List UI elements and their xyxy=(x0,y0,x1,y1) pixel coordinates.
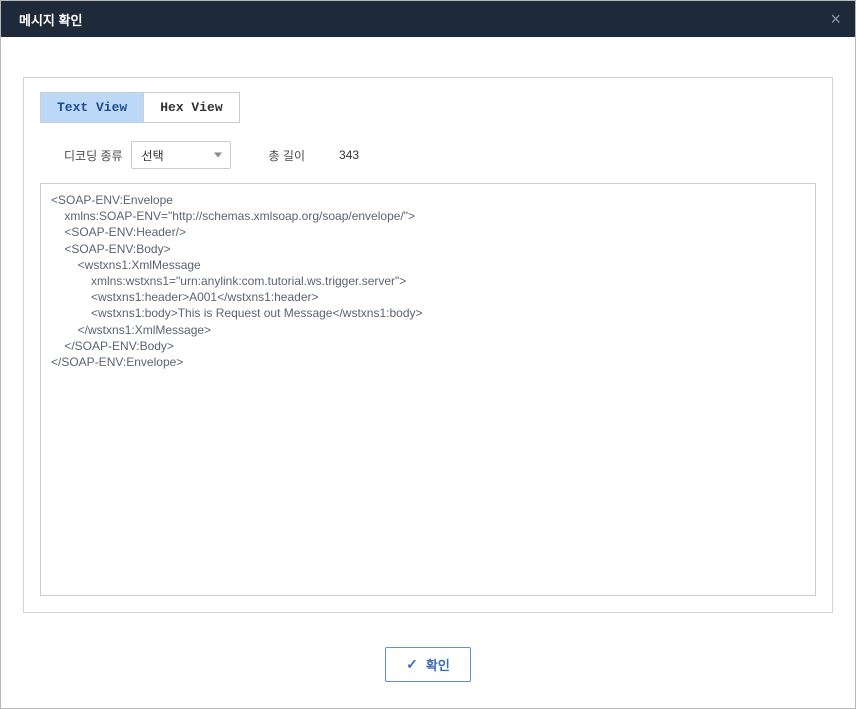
total-length-value: 343 xyxy=(339,148,359,162)
tab-hex-view[interactable]: Hex View xyxy=(144,92,239,123)
chevron-down-icon xyxy=(214,153,222,158)
message-content[interactable]: <SOAP-ENV:Envelope xmlns:SOAP-ENV="http:… xyxy=(40,183,816,596)
tab-hex-view-label: Hex View xyxy=(160,100,222,115)
decoding-type-value: 선택 xyxy=(142,147,164,164)
dialog-body: Text View Hex View 디코딩 종류 선택 총 길이 343 <S… xyxy=(1,37,855,633)
controls-row: 디코딩 종류 선택 총 길이 343 xyxy=(40,141,816,169)
check-icon: ✓ xyxy=(406,656,418,673)
message-dialog: 메시지 확인 × Text View Hex View 디코딩 종류 선택 총 … xyxy=(0,0,856,709)
dialog-title: 메시지 확인 xyxy=(19,10,82,29)
total-length-label: 총 길이 xyxy=(269,147,305,164)
close-icon[interactable]: × xyxy=(830,10,841,28)
confirm-button[interactable]: ✓ 확인 xyxy=(385,647,471,682)
tab-text-view-label: Text View xyxy=(57,100,127,115)
decoding-type-label: 디코딩 종류 xyxy=(64,147,123,164)
dialog-footer: ✓ 확인 xyxy=(1,633,855,708)
decoding-type-select[interactable]: 선택 xyxy=(131,141,231,169)
dialog-header: 메시지 확인 × xyxy=(1,1,855,37)
tab-bar: Text View Hex View xyxy=(40,92,816,123)
tab-text-view[interactable]: Text View xyxy=(40,92,144,123)
confirm-button-label: 확인 xyxy=(426,655,450,674)
content-panel: Text View Hex View 디코딩 종류 선택 총 길이 343 <S… xyxy=(23,77,833,613)
